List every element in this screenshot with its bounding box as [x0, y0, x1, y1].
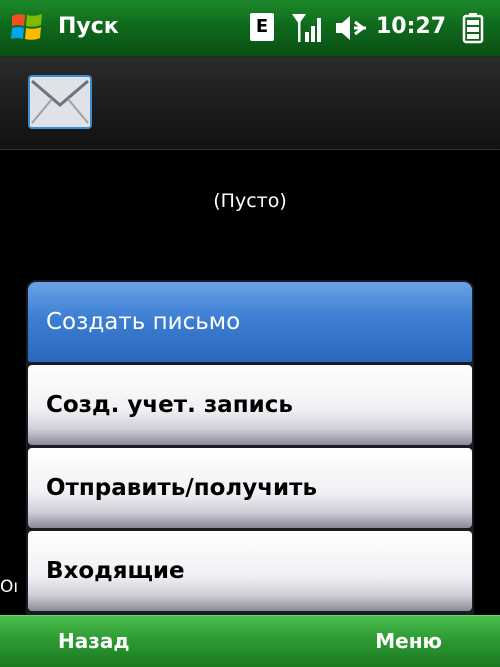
popup-menu: Создать письмо Созд. учет. запись Отправ…	[26, 280, 474, 615]
start-label[interactable]: Пуск	[58, 12, 119, 42]
windows-start-icon[interactable]	[10, 10, 44, 44]
back-softkey[interactable]: Назад	[58, 616, 130, 667]
clock[interactable]: 10:27	[376, 12, 446, 42]
partially-hidden-text: Oı	[0, 577, 19, 597]
menu-item-inbox[interactable]: Входящие	[28, 531, 472, 611]
signal-strength-icon[interactable]	[290, 10, 326, 44]
envelope-icon[interactable]	[28, 75, 92, 129]
menu-item-new-account[interactable]: Созд. учет. запись	[28, 365, 472, 445]
header-area	[0, 57, 500, 150]
menu-item-new-message[interactable]: Создать письмо	[28, 282, 472, 362]
softkey-bar: Назад Меню	[0, 615, 500, 667]
status-bar: Пуск E 10:27	[0, 0, 500, 57]
battery-icon[interactable]	[462, 12, 484, 44]
menu-softkey[interactable]: Меню	[375, 616, 442, 667]
menu-item-send-receive[interactable]: Отправить/получить	[28, 448, 472, 528]
empty-list-label: (Пусто)	[213, 190, 287, 212]
volume-icon[interactable]	[333, 12, 369, 44]
network-type-badge: E	[250, 13, 274, 41]
